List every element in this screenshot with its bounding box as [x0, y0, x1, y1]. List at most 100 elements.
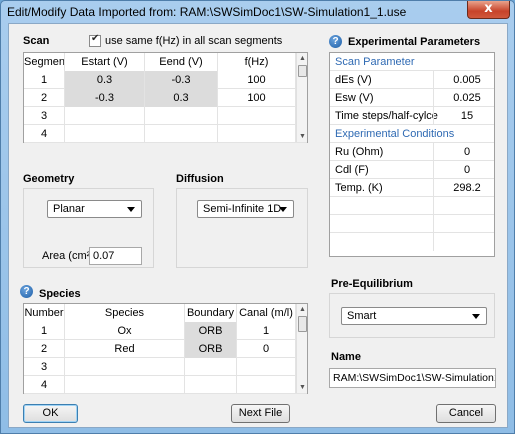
geometry-select[interactable]: Planar: [47, 200, 142, 218]
column-header: Canal (m/l): [237, 304, 296, 322]
column-header: f(Hz): [218, 53, 296, 71]
species-heading: Species: [39, 288, 81, 300]
boundary-cell[interactable]: [185, 376, 237, 394]
estart-cell[interactable]: [65, 107, 145, 125]
fhz-cell[interactable]: [218, 125, 296, 143]
estart-cell[interactable]: [65, 125, 145, 143]
species-table[interactable]: Number Species Boundary Canal (m/l) 1 Ox…: [23, 303, 308, 394]
eend-cell[interactable]: -0.3: [145, 71, 218, 89]
fhz-cell[interactable]: 100: [218, 89, 296, 107]
help-icon[interactable]: ?: [329, 35, 342, 48]
scroll-thumb[interactable]: [298, 316, 307, 332]
chevron-down-icon: [127, 207, 135, 212]
column-header: Number: [24, 304, 65, 322]
species-cell[interactable]: [65, 376, 185, 394]
param-row[interactable]: [330, 233, 494, 251]
eend-cell[interactable]: [145, 107, 218, 125]
next-file-button[interactable]: Next File: [231, 404, 290, 423]
param-row[interactable]: [330, 197, 494, 215]
param-value[interactable]: 0.025: [433, 89, 500, 107]
boundary-cell[interactable]: [185, 358, 237, 376]
param-label: Time steps/half-cylce: [335, 110, 438, 122]
diffusion-selected-value: Semi-Infinite 1D: [203, 203, 282, 215]
canal-cell[interactable]: 0: [237, 340, 296, 358]
segment-cell: 2: [24, 89, 65, 107]
empty-cell: [433, 233, 500, 251]
param-row[interactable]: Ru (Ohm) 0: [330, 143, 494, 161]
param-label: Temp. (K): [335, 182, 383, 194]
area-label: Area (cm²): [42, 250, 94, 262]
param-label: Ru (Ohm): [335, 146, 384, 158]
same-fhz-label: use same f(Hz) in all scan segments: [105, 35, 283, 47]
fhz-cell[interactable]: 100: [218, 71, 296, 89]
estart-cell[interactable]: -0.3: [65, 89, 145, 107]
column-header: Segment: [24, 53, 65, 71]
table-row[interactable]: 3: [24, 358, 307, 376]
param-row[interactable]: Cdl (F) 0: [330, 161, 494, 179]
geometry-selected-value: Planar: [53, 203, 85, 215]
param-value[interactable]: 15: [433, 107, 500, 125]
boundary-cell[interactable]: ORB: [185, 340, 237, 358]
scan-table[interactable]: Segment Estart (V) Eend (V) f(Hz) 1 0.3 …: [23, 52, 308, 143]
param-row[interactable]: Time steps/half-cylce 15: [330, 107, 494, 125]
section-row: Scan Parameter: [330, 53, 494, 71]
pre-equilibrium-panel: Smart: [329, 293, 495, 338]
number-cell: 1: [24, 322, 65, 340]
chevron-down-icon: [279, 207, 287, 212]
window-title: Edit/Modify Data Imported from: RAM:\SWS…: [7, 5, 407, 19]
param-row[interactable]: Temp. (K) 298.2: [330, 179, 494, 197]
species-cell[interactable]: Red: [65, 340, 185, 358]
eend-cell[interactable]: 0.3: [145, 89, 218, 107]
scroll-up-icon[interactable]: ▲: [298, 54, 307, 63]
help-icon[interactable]: ?: [20, 285, 33, 298]
estart-cell[interactable]: 0.3: [65, 71, 145, 89]
pre-equilibrium-selected-value: Smart: [347, 310, 377, 322]
same-fhz-checkbox[interactable]: [89, 33, 101, 47]
experimental-parameters-table[interactable]: Scan Parameter dEs (V) 0.005 Esw (V) 0.0…: [329, 52, 495, 257]
area-input[interactable]: 0.07: [89, 247, 142, 265]
segment-cell: 4: [24, 125, 65, 143]
eend-cell[interactable]: [145, 125, 218, 143]
table-row[interactable]: 2 Red ORB 0: [24, 340, 307, 358]
cancel-button[interactable]: Cancel: [436, 404, 496, 423]
param-row[interactable]: dEs (V) 0.005: [330, 71, 494, 89]
canal-cell[interactable]: 1: [237, 322, 296, 340]
param-row[interactable]: Esw (V) 0.025: [330, 89, 494, 107]
table-row[interactable]: 1 0.3 -0.3 100: [24, 71, 307, 89]
geometry-panel: Planar Area (cm²) 0.07: [23, 188, 154, 268]
chevron-down-icon: [472, 314, 480, 319]
param-row[interactable]: [330, 215, 494, 233]
scroll-down-icon[interactable]: ▼: [298, 383, 307, 392]
scroll-down-icon[interactable]: ▼: [298, 132, 307, 141]
param-value[interactable]: 0: [433, 143, 500, 161]
scroll-thumb[interactable]: [298, 65, 307, 77]
title-bar[interactable]: Edit/Modify Data Imported from: RAM:\SWS…: [1, 1, 514, 23]
species-cell[interactable]: Ox: [65, 322, 185, 340]
boundary-cell[interactable]: ORB: [185, 322, 237, 340]
scan-parameter-section: Scan Parameter: [335, 56, 415, 68]
param-label: Cdl (F): [335, 164, 369, 176]
table-row[interactable]: 2 -0.3 0.3 100: [24, 89, 307, 107]
param-value[interactable]: 298.2: [433, 179, 500, 197]
species-scrollbar[interactable]: ▲ ▼: [296, 304, 307, 393]
scan-table-header: Segment Estart (V) Eend (V) f(Hz): [24, 53, 307, 71]
canal-cell[interactable]: [237, 358, 296, 376]
fhz-cell[interactable]: [218, 107, 296, 125]
scan-scrollbar[interactable]: ▲ ▼: [296, 53, 307, 142]
scroll-up-icon[interactable]: ▲: [298, 305, 307, 314]
diffusion-select[interactable]: Semi-Infinite 1D: [197, 200, 294, 218]
geometry-heading: Geometry: [23, 173, 75, 185]
table-row[interactable]: 4: [24, 376, 307, 394]
number-cell: 4: [24, 376, 65, 394]
canal-cell[interactable]: [237, 376, 296, 394]
name-field[interactable]: RAM:\SWSimDoc1\SW-Simulation1_1.use: [329, 368, 496, 388]
species-cell[interactable]: [65, 358, 185, 376]
pre-equilibrium-select[interactable]: Smart: [341, 307, 487, 325]
close-icon[interactable]: x: [467, 1, 510, 19]
param-value[interactable]: 0.005: [433, 71, 500, 89]
param-value[interactable]: 0: [433, 161, 500, 179]
table-row[interactable]: 3: [24, 107, 307, 125]
table-row[interactable]: 4: [24, 125, 307, 143]
ok-button[interactable]: OK: [23, 404, 78, 423]
table-row[interactable]: 1 Ox ORB 1: [24, 322, 307, 340]
